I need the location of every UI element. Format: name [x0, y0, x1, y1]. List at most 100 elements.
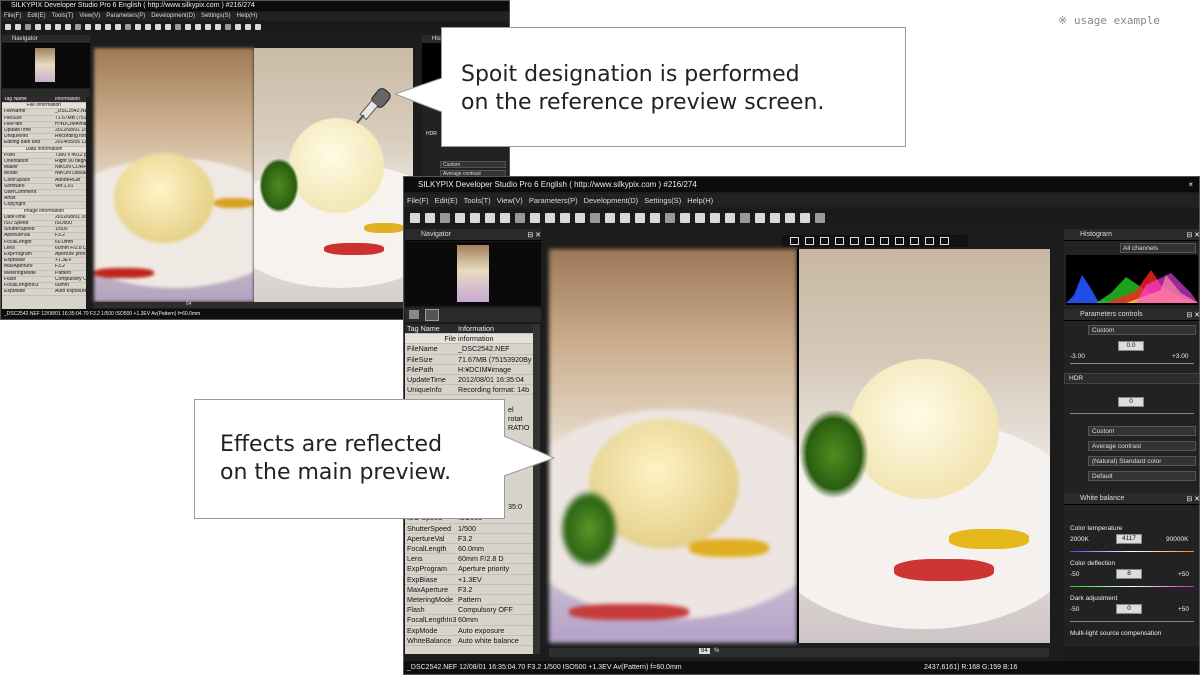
back-custom-select[interactable]: Custom	[440, 161, 506, 168]
back-tool-icon[interactable]	[245, 24, 251, 30]
front-tool-icon[interactable]	[440, 212, 450, 223]
front-tool-icon[interactable]	[815, 212, 825, 223]
preview-tool-icon[interactable]	[790, 237, 799, 245]
hdr-slider[interactable]	[1070, 413, 1194, 414]
front-tool-icon[interactable]	[590, 212, 600, 223]
back-tool-icon[interactable]	[35, 24, 41, 30]
back-tool-icon[interactable]	[185, 24, 191, 30]
back-tool-icon[interactable]	[175, 24, 181, 30]
preview-tool-icon[interactable]	[940, 237, 949, 245]
menu-item-development[interactable]: Development(D)	[581, 194, 642, 207]
front-main-preview[interactable]	[549, 249, 797, 643]
temp-slider[interactable]	[1070, 551, 1194, 552]
back-tool-icon[interactable]	[115, 24, 121, 30]
color-select[interactable]: (Natural) Standard color	[1088, 456, 1196, 466]
front-tool-icon[interactable]	[425, 212, 435, 223]
sharpness-select[interactable]: Default	[1088, 471, 1196, 481]
back-tool-icon[interactable]	[205, 24, 211, 30]
front-tag-scrollbar[interactable]	[533, 324, 540, 654]
temp-input[interactable]: 4117	[1116, 534, 1142, 544]
menu-item-help[interactable]: Help(H)	[234, 12, 261, 21]
contrast-select[interactable]: Average contrast	[1088, 441, 1196, 451]
back-tool-icon[interactable]	[85, 24, 91, 30]
wb-close-icon[interactable]: ⊟ ✕	[1186, 494, 1199, 504]
navigator-close-icon[interactable]: ⊟ ✕	[527, 230, 541, 240]
back-tool-icon[interactable]	[25, 24, 31, 30]
menu-item-view[interactable]: View(V)	[494, 194, 526, 207]
dark-slider[interactable]	[1070, 621, 1194, 622]
front-tool-icon[interactable]	[800, 212, 810, 223]
preview-tool-icon[interactable]	[895, 237, 904, 245]
front-tool-icon[interactable]	[665, 212, 675, 223]
front-tool-icon[interactable]	[545, 212, 555, 223]
front-tool-icon[interactable]	[560, 212, 570, 223]
back-tool-icon[interactable]	[125, 24, 131, 30]
front-navigator-view[interactable]	[405, 242, 541, 306]
front-tool-icon[interactable]	[575, 212, 585, 223]
back-tool-icon[interactable]	[215, 24, 221, 30]
preview-tool-icon[interactable]	[850, 237, 859, 245]
defl-slider[interactable]	[1070, 586, 1194, 587]
front-tool-icon[interactable]	[755, 212, 765, 223]
back-navigator-view[interactable]	[2, 44, 90, 88]
front-tool-icon[interactable]	[710, 212, 720, 223]
back-tool-icon[interactable]	[65, 24, 71, 30]
back-tool-icon[interactable]	[255, 24, 261, 30]
exposure-slider[interactable]	[1070, 363, 1194, 364]
front-tool-icon[interactable]	[515, 212, 525, 223]
front-tool-icon[interactable]	[770, 212, 780, 223]
exposure-input[interactable]: 0.0	[1118, 341, 1144, 351]
menu-item-edit[interactable]: Edit(E)	[24, 12, 48, 21]
front-tool-icon[interactable]	[455, 212, 465, 223]
front-tool-icon[interactable]	[485, 212, 495, 223]
back-tool-icon[interactable]	[55, 24, 61, 30]
hdr-input[interactable]: 0	[1118, 397, 1144, 407]
close-window-icon[interactable]: ×	[1188, 177, 1193, 192]
front-preview-scrollbar[interactable]: 84 %	[549, 648, 1049, 657]
back-tool-icon[interactable]	[225, 24, 231, 30]
dark-input[interactable]: 0	[1116, 604, 1142, 614]
preview-tool-icon[interactable]	[925, 237, 934, 245]
preview-tool-icon[interactable]	[865, 237, 874, 245]
front-tool-icon[interactable]	[530, 212, 540, 223]
preview-tool-icon[interactable]	[910, 237, 919, 245]
front-tool-icon[interactable]	[620, 212, 630, 223]
menu-item-settings[interactable]: Settings(S)	[198, 12, 234, 21]
front-tool-icon[interactable]	[650, 212, 660, 223]
preview-tool-icon[interactable]	[835, 237, 844, 245]
menu-item-edit[interactable]: Edit(E)	[432, 194, 461, 207]
params-close-icon[interactable]: ⊟ ✕	[1186, 310, 1199, 320]
back-tool-icon[interactable]	[235, 24, 241, 30]
preview-tool-icon[interactable]	[805, 237, 814, 245]
back-tool-icon[interactable]	[15, 24, 21, 30]
preview-tool-icon[interactable]	[820, 237, 829, 245]
back-tool-icon[interactable]	[195, 24, 201, 30]
front-tool-icon[interactable]	[605, 212, 615, 223]
comment-tab-icon[interactable]	[425, 309, 439, 321]
front-tool-icon[interactable]	[500, 212, 510, 223]
menu-item-file[interactable]: File(F)	[1, 12, 24, 21]
menu-item-settings[interactable]: Settings(S)	[641, 194, 684, 207]
front-tool-icon[interactable]	[635, 212, 645, 223]
histogram-close-icon[interactable]: ⊟ ✕	[1186, 230, 1199, 240]
back-tool-icon[interactable]	[105, 24, 111, 30]
menu-item-development[interactable]: Development(D)	[148, 12, 198, 21]
back-tool-icon[interactable]	[165, 24, 171, 30]
back-tool-icon[interactable]	[155, 24, 161, 30]
menu-item-parameters[interactable]: Parameters(P)	[526, 194, 581, 207]
front-tool-icon[interactable]	[470, 212, 480, 223]
back-main-preview[interactable]	[94, 48, 254, 302]
front-tool-icon[interactable]	[740, 212, 750, 223]
back-preview-scrollbar[interactable]: 84	[94, 301, 414, 308]
back-tool-icon[interactable]	[45, 24, 51, 30]
front-tool-icon[interactable]	[725, 212, 735, 223]
menu-item-help[interactable]: Help(H)	[684, 194, 716, 207]
front-tool-icon[interactable]	[680, 212, 690, 223]
defl-input[interactable]: 8	[1116, 569, 1142, 579]
preview-tool-icon[interactable]	[880, 237, 889, 245]
menu-item-file[interactable]: File(F)	[404, 194, 432, 207]
menu-item-tools[interactable]: Tools(T)	[461, 194, 494, 207]
back-tool-icon[interactable]	[95, 24, 101, 30]
tone-select[interactable]: Custom	[1088, 426, 1196, 436]
back-tool-icon[interactable]	[145, 24, 151, 30]
